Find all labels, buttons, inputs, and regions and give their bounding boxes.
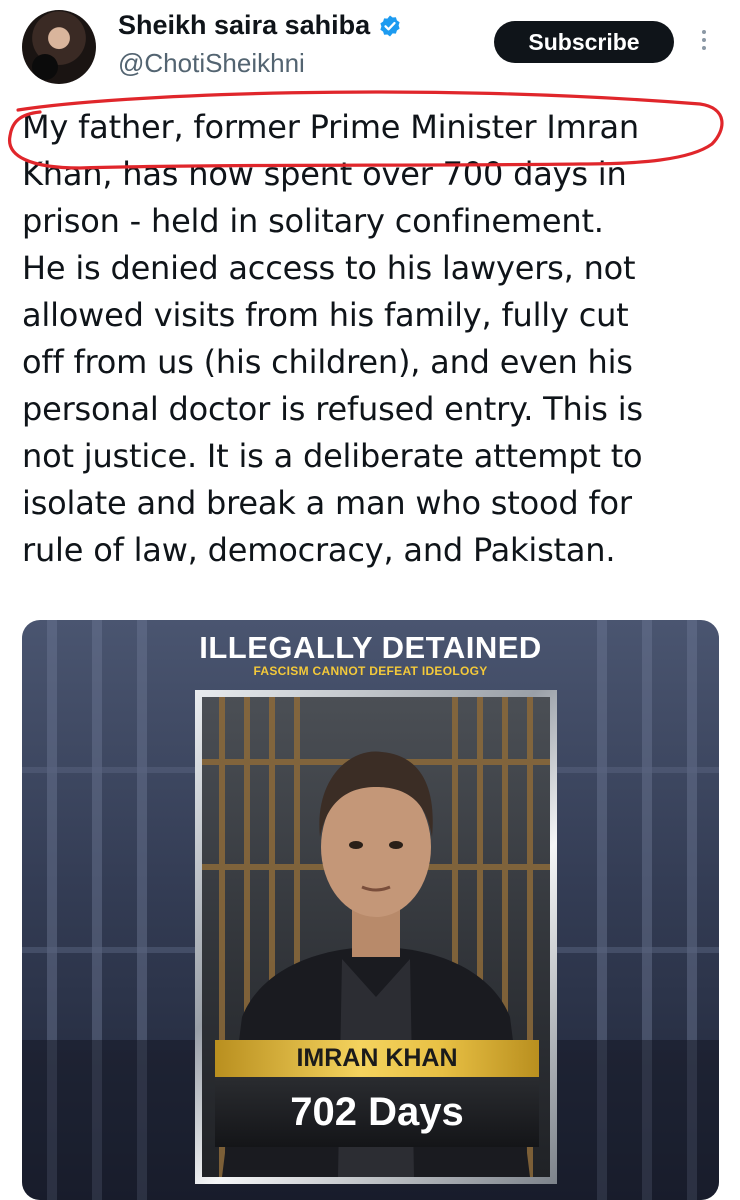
author-display-name[interactable]: Sheikh saira sahiba: [118, 10, 370, 41]
verified-badge-icon: [380, 15, 400, 36]
more-vertical-icon[interactable]: [697, 26, 711, 58]
poster-title: ILLEGALLY DETAINED: [199, 630, 542, 665]
days-counter: 702 Days: [215, 1077, 539, 1147]
tweet-header: Sheikh saira sahiba @ChotiSheikhni Subsc…: [0, 0, 740, 95]
poster-subtitle: FASCISM CANNOT DEFEAT IDEOLOGY: [253, 664, 488, 678]
author-handle[interactable]: @ChotiSheikhni: [118, 48, 305, 79]
avatar[interactable]: [22, 10, 96, 84]
subscribe-button[interactable]: Subscribe: [494, 21, 674, 63]
author-name-row: Sheikh saira sahiba: [118, 10, 402, 41]
tweet-media-image[interactable]: ILLEGALLY DETAINED FASCISM CANNOT DEFEAT…: [22, 620, 719, 1200]
name-plate: IMRAN KHAN: [215, 1040, 539, 1077]
avatar-cat: [32, 54, 58, 80]
tweet-text: My father, former Prime Minister Imran K…: [22, 108, 643, 569]
